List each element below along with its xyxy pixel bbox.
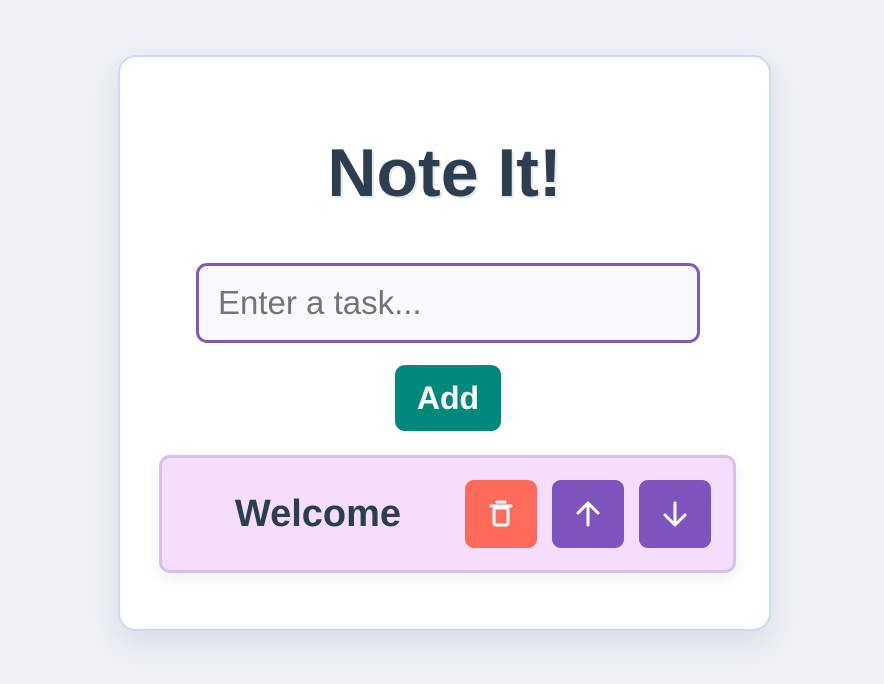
arrow-up-icon	[574, 500, 602, 528]
task-text: Welcome	[234, 493, 402, 535]
delete-task-button[interactable]	[465, 480, 537, 548]
arrow-down-icon	[661, 500, 689, 528]
move-down-button[interactable]	[639, 480, 711, 548]
add-button[interactable]: Add	[395, 365, 501, 431]
task-input[interactable]	[196, 263, 700, 343]
todo-card: Note It! Add Welcome	[118, 55, 771, 631]
trash-icon	[488, 499, 514, 529]
task-item: Welcome	[159, 455, 736, 573]
app-title: Note It!	[327, 135, 562, 211]
move-up-button[interactable]	[552, 480, 624, 548]
